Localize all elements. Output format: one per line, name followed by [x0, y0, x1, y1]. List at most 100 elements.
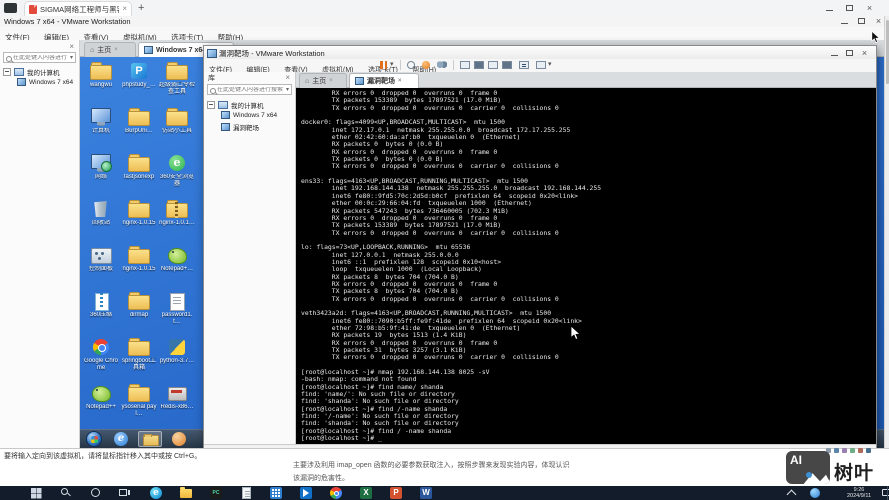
- ie-icon[interactable]: e: [114, 432, 128, 446]
- search-input[interactable]: [208, 87, 284, 93]
- desktop-icon[interactable]: Google Chrome: [82, 335, 120, 381]
- pycharm-icon[interactable]: [210, 487, 222, 499]
- reader-toolbar-icons[interactable]: [826, 448, 871, 453]
- desktop-icon[interactable]: 回收站: [82, 197, 120, 243]
- desktop-icon[interactable]: 网络: [82, 151, 120, 197]
- console-icon[interactable]: [519, 61, 529, 69]
- desktop-icon[interactable]: python-3.7…: [158, 335, 196, 381]
- nested-minimize-button[interactable]: [828, 48, 841, 58]
- tree-item-windows7[interactable]: Windows 7 x64: [221, 111, 277, 119]
- task-view-icon[interactable]: [118, 487, 130, 499]
- edge-icon[interactable]: [150, 487, 162, 499]
- page-scrollbar[interactable]: [884, 16, 889, 448]
- fullscreen-icon[interactable]: [488, 61, 498, 69]
- word-icon[interactable]: W: [420, 487, 432, 499]
- notepad-plus-icon: [90, 383, 112, 403]
- powerpoint-icon[interactable]: P: [390, 487, 402, 499]
- pause-vm-icon[interactable]: [380, 61, 387, 69]
- notepad-icon[interactable]: [242, 487, 251, 499]
- desktop-icon[interactable]: wangwu: [82, 59, 120, 105]
- tray-app-icon[interactable]: [810, 488, 820, 498]
- tab-close-icon[interactable]: ×: [122, 5, 127, 13]
- desktop-icon[interactable]: 360压缩: [82, 289, 120, 335]
- desktop-icon[interactable]: 仿站小工具: [158, 105, 196, 151]
- more-icon[interactable]: [866, 448, 871, 453]
- search-input[interactable]: [4, 55, 68, 61]
- browser-app-icon[interactable]: [4, 3, 17, 13]
- desktop-icon[interactable]: nginx-1.0.1…: [158, 197, 196, 243]
- media-app-icon[interactable]: [172, 432, 186, 446]
- desktop-icon[interactable]: nginx-1.0.15: [120, 197, 158, 243]
- nested-close-button[interactable]: ×: [858, 48, 871, 58]
- tree-item-target-vm[interactable]: 漏洞靶场: [221, 122, 259, 132]
- tree-item-my-computer[interactable]: 我的计算机: [3, 67, 60, 77]
- scrollbar-thumb[interactable]: [886, 20, 889, 84]
- tab-home[interactable]: ⌂ 主页 ×: [84, 42, 136, 57]
- rotate-icon[interactable]: [842, 448, 847, 453]
- show-library-icon[interactable]: [460, 61, 470, 69]
- display-icon[interactable]: [536, 61, 546, 69]
- tab-close-icon[interactable]: ×: [329, 78, 333, 84]
- desktop-icon[interactable]: nginx-1.0.15: [120, 243, 158, 289]
- tray-expand-icon[interactable]: [787, 490, 797, 500]
- desktop-icon[interactable]: 超级弱口令检查工具: [158, 59, 196, 105]
- tree-expander-icon[interactable]: [207, 101, 215, 109]
- tab-target-vm[interactable]: 漏洞靶场 ×: [349, 73, 419, 88]
- file-explorer-icon[interactable]: [180, 489, 192, 498]
- desktop-icon[interactable]: Notepad++: [82, 381, 120, 427]
- search-dropdown-icon[interactable]: ▾: [284, 86, 291, 93]
- browser-tab[interactable]: SIGMA网络工程师与黑客实践090 ×: [24, 1, 132, 16]
- search-icon[interactable]: [60, 487, 72, 499]
- desktop-icon[interactable]: phpstudy_…: [120, 59, 158, 105]
- tab-close-icon[interactable]: ×: [398, 78, 402, 84]
- library-search[interactable]: ▾: [207, 84, 292, 95]
- desktop-icon[interactable]: fastjsonexp: [120, 151, 158, 197]
- cortana-icon[interactable]: [90, 487, 102, 499]
- desktop-icon[interactable]: BurpUni…: [120, 105, 158, 151]
- desktop-icon[interactable]: dirmap: [120, 289, 158, 335]
- vmware-maximize-button[interactable]: [855, 16, 868, 26]
- search-dropdown-icon[interactable]: ▾: [68, 54, 75, 61]
- show-thumbnails-icon[interactable]: [474, 61, 484, 69]
- tree-expander-icon[interactable]: [3, 68, 11, 76]
- tree-item-windows7[interactable]: Windows 7 x64: [17, 78, 73, 86]
- power-dropdown-icon[interactable]: ▾: [390, 61, 394, 69]
- nested-maximize-button[interactable]: [843, 48, 856, 58]
- app-grid-icon[interactable]: [270, 487, 282, 499]
- desktop-icon[interactable]: 计算机: [82, 105, 120, 151]
- excel-icon[interactable]: X: [360, 487, 372, 499]
- save-icon[interactable]: [850, 448, 855, 453]
- tab-close-icon[interactable]: ×: [114, 47, 118, 53]
- taskbar-clock[interactable]: 9:26 2024/9/11: [838, 487, 880, 499]
- share-icon[interactable]: [858, 448, 863, 453]
- library-search[interactable]: ▾: [3, 52, 76, 63]
- snapshot-clock-icon[interactable]: [407, 61, 415, 69]
- display-dropdown-icon[interactable]: ▾: [548, 61, 552, 69]
- desktop-icon[interactable]: Notepad+…: [158, 243, 196, 289]
- vmware-minimize-button[interactable]: [838, 16, 851, 26]
- browser-close-button[interactable]: ×: [863, 3, 876, 13]
- tab-home[interactable]: ⌂ 主页 ×: [299, 73, 347, 88]
- desktop-icon[interactable]: springboot工具箱: [120, 335, 158, 381]
- desktop-icon[interactable]: password1.t…: [158, 289, 196, 335]
- chrome-icon[interactable]: [330, 487, 342, 499]
- desktop-icon[interactable]: 控制面板: [82, 243, 120, 289]
- users-icon[interactable]: [437, 61, 447, 69]
- library-close-icon[interactable]: ×: [69, 42, 74, 51]
- tree-item-my-computer[interactable]: 我的计算机: [207, 100, 264, 110]
- vscode-icon[interactable]: [300, 487, 312, 499]
- browser-maximize-button[interactable]: [843, 3, 856, 13]
- vm-console-screen[interactable]: RX errors 0 dropped 0 overruns 0 frame 0…: [296, 88, 876, 444]
- user-icon[interactable]: [422, 61, 430, 69]
- browser-minimize-button[interactable]: [823, 3, 836, 13]
- explorer-taskbar-button[interactable]: [138, 431, 162, 447]
- win10-start-button[interactable]: [30, 487, 42, 499]
- new-tab-button[interactable]: +: [138, 2, 144, 14]
- win7-start-button[interactable]: [86, 431, 102, 447]
- zoom-icon[interactable]: [834, 448, 839, 453]
- unity-mode-icon[interactable]: [502, 61, 512, 69]
- desktop-icon[interactable]: 360安全浏览器: [158, 151, 196, 197]
- library-close-icon[interactable]: ×: [285, 73, 290, 82]
- desktop-icon[interactable]: Redis-x86…: [158, 381, 196, 427]
- desktop-icon[interactable]: ysoserial payl…: [120, 381, 158, 427]
